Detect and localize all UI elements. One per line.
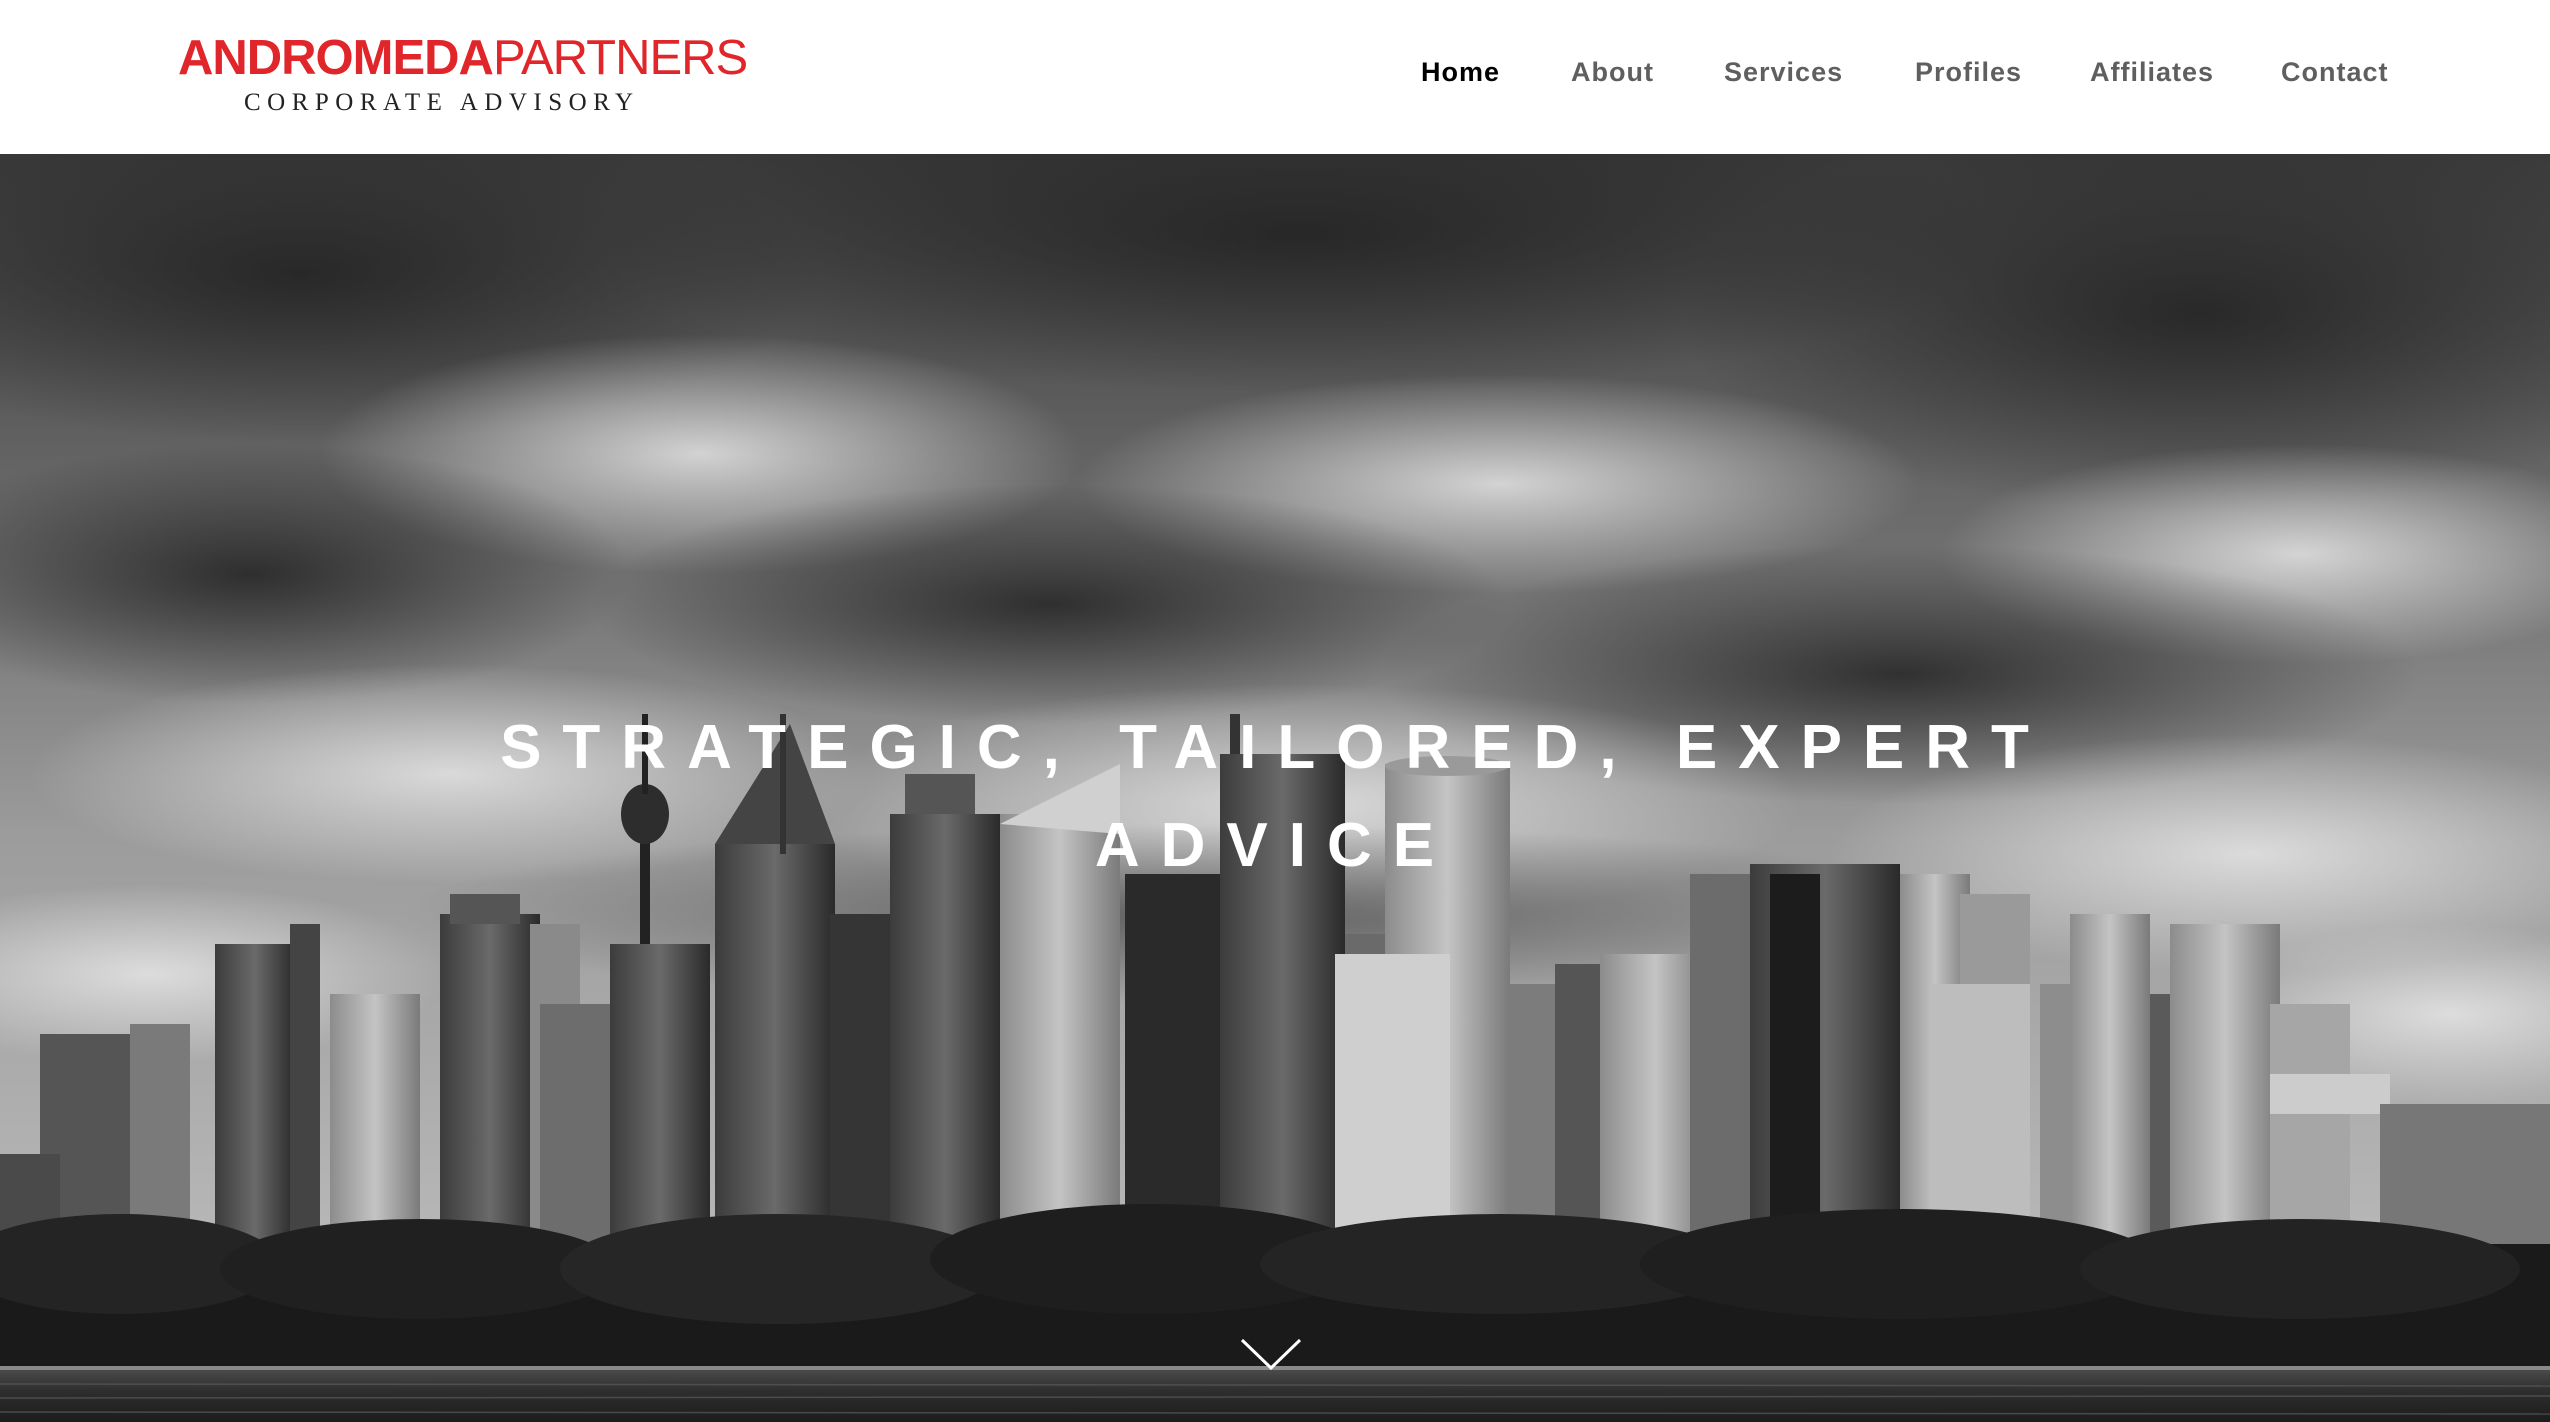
- hero-headline-line-1: STRATEGIC, TAILORED, EXPERT: [500, 713, 2050, 782]
- nav-contact[interactable]: Contact: [2281, 52, 2389, 92]
- nav-profiles[interactable]: Profiles: [1915, 52, 2022, 92]
- scroll-down-button[interactable]: [1240, 1336, 1302, 1372]
- nav-services[interactable]: Services: [1724, 52, 1843, 92]
- main-navigation: Home About Services Profiles Affiliates …: [0, 52, 2550, 92]
- nav-about[interactable]: About: [1571, 52, 1654, 92]
- nav-affiliates[interactable]: Affiliates: [2090, 52, 2214, 92]
- nav-home[interactable]: Home: [1421, 52, 1500, 92]
- hero-headline: STRATEGIC, TAILORED, EXPERT ADVICE: [0, 699, 2550, 895]
- hero-headline-line-2: ADVICE: [1094, 811, 1456, 880]
- chevron-down-icon: [1240, 1338, 1302, 1371]
- brand-tagline: CORPORATE ADVISORY: [244, 89, 640, 116]
- site-header: ANDROMEDAPARTNERS CORPORATE ADVISORY Hom…: [0, 0, 2550, 154]
- hero-section: STRATEGIC, TAILORED, EXPERT ADVICE: [0, 154, 2550, 1422]
